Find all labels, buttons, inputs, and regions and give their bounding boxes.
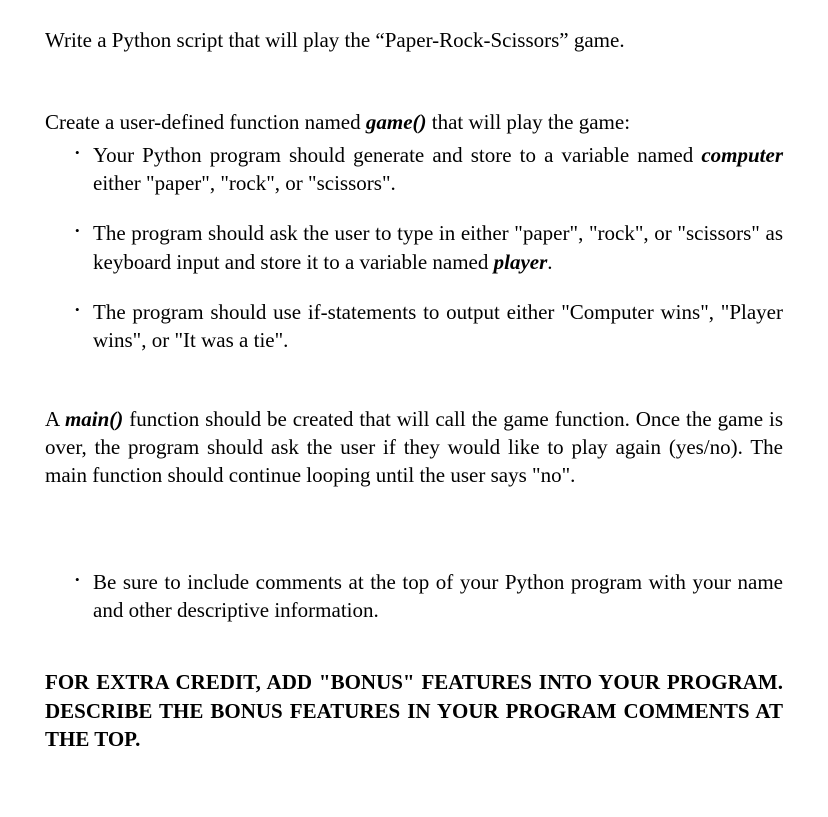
bullet-text: Be sure to include comments at the top o… — [89, 568, 783, 625]
main-paragraph: A main() function should be created that… — [45, 405, 783, 490]
main-prefix: A — [45, 407, 65, 431]
bullet-2-prefix: The program should ask the user to type … — [93, 221, 783, 273]
main-function-name: main() — [65, 407, 123, 431]
intro-prefix: Create a user-defined function named — [45, 110, 366, 134]
intro-paragraph: Create a user-defined function named gam… — [45, 108, 783, 136]
bullet-2-suffix: . — [547, 250, 552, 274]
bullet-text: Your Python program should generate and … — [89, 141, 783, 198]
bullet-item: • The program should ask the user to typ… — [75, 219, 783, 276]
bullet-item: • The program should use if-statements t… — [75, 298, 783, 355]
extra-credit-paragraph: FOR EXTRA CREDIT, ADD "BONUS" FEATURES I… — [45, 668, 783, 753]
bullet-icon: • — [75, 568, 89, 625]
bullet-item: • Be sure to include comments at the top… — [75, 568, 783, 625]
bullet-group-comments: • Be sure to include comments at the top… — [45, 568, 783, 625]
bullet-1-suffix: either "paper", "rock", or "scissors". — [93, 171, 396, 195]
bullet-group-2: • The program should ask the user to typ… — [45, 219, 783, 276]
bullet-text: The program should ask the user to type … — [89, 219, 783, 276]
player-var: player — [494, 250, 548, 274]
bullet-icon: • — [75, 298, 89, 355]
bullet-icon: • — [75, 219, 89, 276]
main-suffix: function should be created that will cal… — [45, 407, 783, 488]
document-heading: Write a Python script that will play the… — [45, 26, 783, 54]
intro-suffix: that will play the game: — [427, 110, 631, 134]
bullet-1-prefix: Your Python program should generate and … — [93, 143, 701, 167]
bullet-text: The program should use if-statements to … — [89, 298, 783, 355]
bullet-group-1: • Your Python program should generate an… — [45, 141, 783, 198]
bullet-icon: • — [75, 141, 89, 198]
computer-var: computer — [701, 143, 783, 167]
bullet-item: • Your Python program should generate an… — [75, 141, 783, 198]
game-function-name: game() — [366, 110, 427, 134]
bullet-group-3: • The program should use if-statements t… — [45, 298, 783, 355]
